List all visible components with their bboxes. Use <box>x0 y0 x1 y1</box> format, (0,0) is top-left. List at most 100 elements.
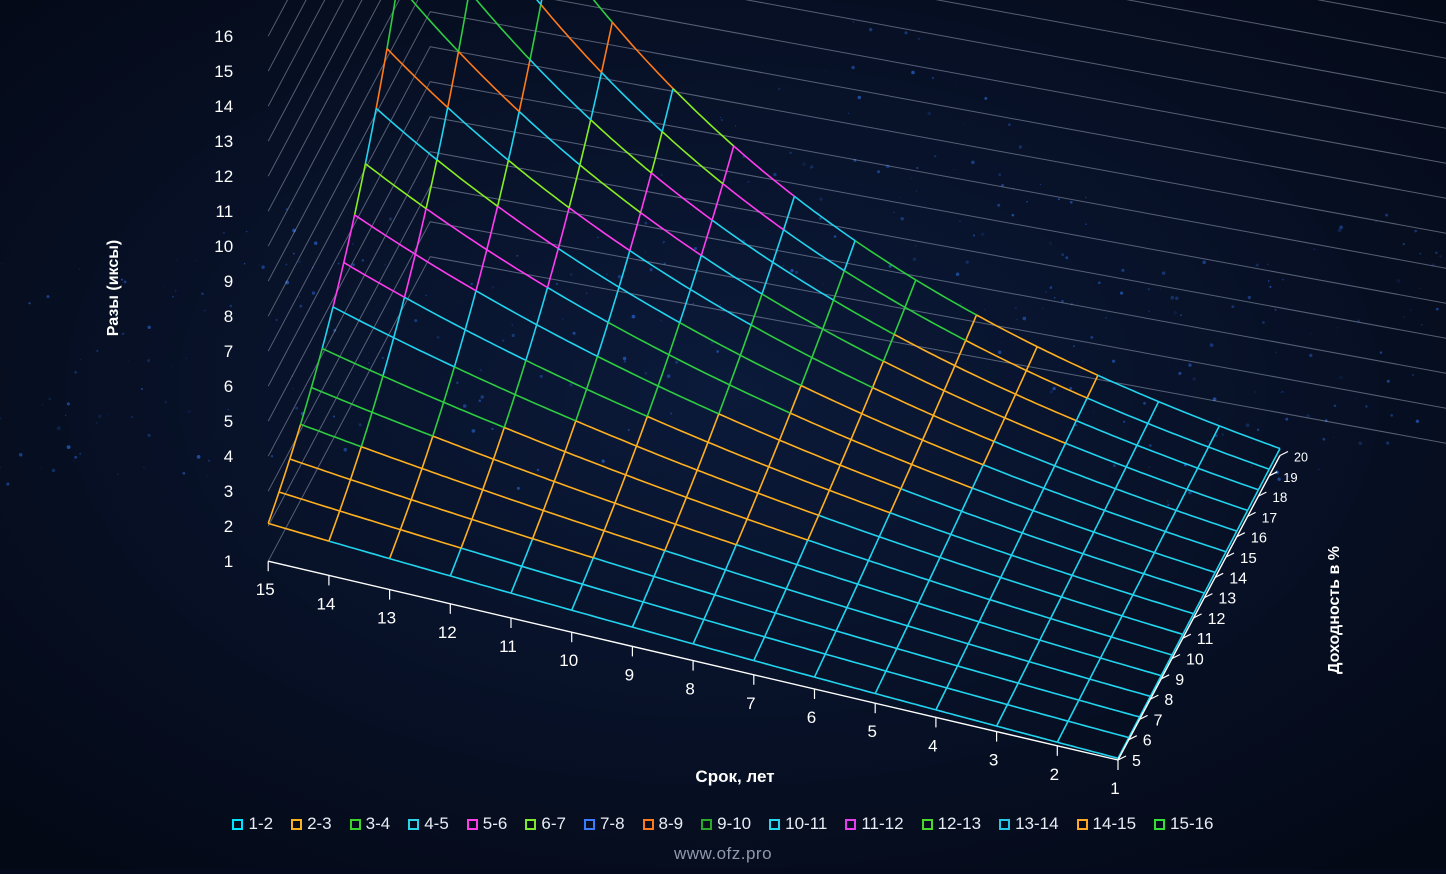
background-dot <box>984 309 985 310</box>
background-dot <box>207 475 208 476</box>
background-dot <box>1280 392 1281 393</box>
background-dot <box>927 112 931 116</box>
legend-swatch <box>769 819 780 830</box>
background-dot <box>1012 214 1015 217</box>
background-dot <box>122 333 125 336</box>
z-tick-label: 5 <box>224 412 233 431</box>
background-dot <box>823 284 824 285</box>
background-dot <box>227 409 229 411</box>
background-dot <box>790 269 794 273</box>
background-dot <box>305 448 306 449</box>
y-tick-label: 7 <box>1154 712 1163 729</box>
z-tick-label: 9 <box>224 272 233 291</box>
background-dot <box>956 273 960 277</box>
background-dot <box>1123 421 1125 423</box>
background-dot <box>1149 444 1152 447</box>
legend-item: 14-15 <box>1077 814 1136 834</box>
y-axis-label: Доходность в % <box>1326 546 1343 674</box>
y-tick-label: 10 <box>1186 652 1204 669</box>
background-dot <box>720 304 721 305</box>
background-dot <box>355 371 356 372</box>
background-dot <box>368 362 370 364</box>
background-dot <box>480 369 483 372</box>
background-dot <box>291 209 292 210</box>
z-tick-label: 6 <box>224 377 233 396</box>
background-dot <box>709 220 710 221</box>
background-dot <box>1414 230 1417 233</box>
y-tick-label: 8 <box>1164 692 1173 709</box>
background-dot <box>352 243 354 245</box>
background-dot <box>662 242 664 244</box>
x-tick-label: 6 <box>807 708 816 727</box>
background-dot <box>275 319 277 321</box>
legend-label: 14-15 <box>1093 814 1136 834</box>
background-dot <box>98 415 101 418</box>
background-dot <box>715 146 716 147</box>
background-dot <box>1093 411 1094 412</box>
background-dot <box>1285 418 1288 421</box>
background-dot <box>858 96 861 99</box>
background-dot <box>509 421 511 423</box>
background-dot <box>148 326 151 329</box>
background-dot <box>437 336 440 339</box>
background-dot <box>1435 251 1438 254</box>
background-dot <box>1365 405 1367 407</box>
background-dot <box>13 292 14 293</box>
background-dot <box>1310 333 1312 335</box>
background-dot <box>458 302 459 303</box>
background-dot <box>362 259 365 262</box>
background-dot <box>1334 404 1337 407</box>
background-dot <box>953 169 954 170</box>
background-dot <box>1070 201 1073 204</box>
x-tick-label: 4 <box>928 736 937 755</box>
background-dot <box>904 31 907 34</box>
background-dot <box>1082 360 1085 363</box>
background-dot <box>1318 469 1320 471</box>
background-dot <box>1113 464 1116 467</box>
background-dot <box>414 319 417 322</box>
chart-area: 1234567891011121314155678910111213141516… <box>0 0 1446 869</box>
z-tick-label: 11 <box>216 202 234 221</box>
z-tick-label: 13 <box>214 132 233 151</box>
background-dot <box>1 262 3 264</box>
background-dot <box>1210 343 1214 347</box>
background-dot <box>981 232 985 236</box>
background-dot <box>660 174 663 177</box>
legend-item: 7-8 <box>584 814 625 834</box>
background-dot <box>998 350 1001 353</box>
background-dot <box>1016 319 1018 321</box>
legend-item: 8-9 <box>643 814 684 834</box>
background-dot <box>504 317 505 318</box>
background-dot <box>1412 374 1414 376</box>
y-tick-label: 6 <box>1143 733 1152 750</box>
legend-item: 2-3 <box>291 814 332 834</box>
background-dot <box>1148 288 1150 290</box>
z-tick-label: 14 <box>214 97 233 116</box>
background-dot <box>1001 342 1002 343</box>
legend-label: 2-3 <box>307 814 332 834</box>
background-dot <box>271 455 273 457</box>
legend-swatch <box>232 819 243 830</box>
background-dot <box>1369 395 1370 396</box>
background-dot <box>49 398 52 401</box>
z-tick-label: 16 <box>214 27 233 46</box>
background-dot <box>675 361 678 364</box>
legend-item: 12-13 <box>922 814 981 834</box>
x-tick-label: 1 <box>1110 779 1119 798</box>
background-dot <box>1040 184 1041 185</box>
background-dot <box>795 271 798 274</box>
background-dot <box>998 173 1001 176</box>
background-dot <box>1202 261 1206 265</box>
background-dot <box>1403 243 1405 245</box>
z-tick-label: 8 <box>224 307 233 326</box>
background-dot <box>1248 296 1251 299</box>
x-tick-label: 8 <box>685 680 694 699</box>
background-dot <box>338 263 340 265</box>
background-dot <box>537 469 540 472</box>
background-dot <box>1416 420 1419 423</box>
z-tick-label: 12 <box>214 167 233 186</box>
background-dot <box>918 38 920 40</box>
background-dot <box>782 265 784 267</box>
background-dot <box>585 383 586 384</box>
footer-url: www.ofz.pro <box>0 844 1446 864</box>
